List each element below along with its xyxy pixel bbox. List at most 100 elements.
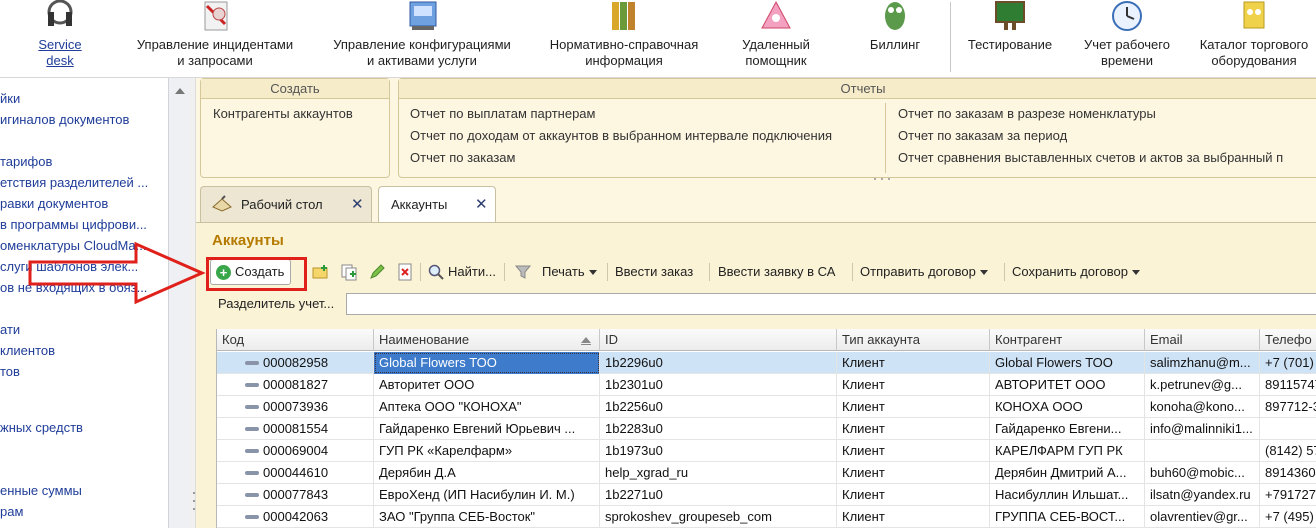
cell-id[interactable]: 1b1973u0 bbox=[600, 440, 837, 462]
cell-account-type[interactable]: Клиент bbox=[837, 506, 990, 528]
cell-phone[interactable]: (8142) 57 bbox=[1260, 440, 1316, 462]
delete-icon[interactable] bbox=[396, 263, 414, 281]
cell-account-type[interactable]: Клиент bbox=[837, 440, 990, 462]
separator-filter-input[interactable] bbox=[346, 293, 1316, 315]
report-link[interactable]: Отчет по доходам от аккаунтов в выбранно… bbox=[410, 128, 832, 143]
column-header-code[interactable]: Код bbox=[217, 329, 374, 351]
tab-accounts[interactable]: Аккаунты ✕ bbox=[378, 186, 496, 223]
left-nav-item[interactable]: в программы цифрови... bbox=[0, 217, 147, 233]
cell-account-type[interactable]: Клиент bbox=[837, 374, 990, 396]
table-row[interactable]: 000077843 ЕвроХенд (ИП Насибулин И. М.) 1b… bbox=[217, 484, 1316, 506]
edit-pencil-icon[interactable] bbox=[368, 263, 386, 281]
cell-counterparty[interactable]: КОНОХА ООО bbox=[990, 396, 1145, 418]
cell-name[interactable]: Гайдаренко Евгений Юрьевич ... bbox=[374, 418, 600, 440]
cell-phone[interactable] bbox=[1260, 418, 1316, 440]
cell-name[interactable]: ЕвроХенд (ИП Насибулин И. М.) bbox=[374, 484, 600, 506]
cell-code[interactable]: 000077843 bbox=[217, 484, 374, 506]
cell-id[interactable]: 1b2301u0 bbox=[600, 374, 837, 396]
cell-account-type[interactable]: Клиент bbox=[837, 396, 990, 418]
cell-code[interactable]: 000042063 bbox=[217, 506, 374, 528]
left-nav-item[interactable]: етствия разделителей ... bbox=[0, 175, 148, 191]
enter-request-button[interactable]: Ввести заявку в СА bbox=[718, 259, 835, 285]
cell-counterparty[interactable]: Дерябин Дмитрий А... bbox=[990, 462, 1145, 484]
left-nav-item[interactable]: тарифов bbox=[0, 154, 52, 170]
table-row[interactable]: 000081827 Авторитет ООО 1b2301u0 Клиент АВТО… bbox=[217, 374, 1316, 396]
cell-counterparty[interactable]: Гайдаренко Евгени... bbox=[990, 418, 1145, 440]
left-nav-item[interactable]: тов bbox=[0, 364, 20, 380]
copy-icon[interactable] bbox=[340, 263, 358, 281]
report-link[interactable]: Отчет по выплатам партнерам bbox=[410, 106, 595, 121]
cell-email[interactable]: konoha@kono... bbox=[1145, 396, 1260, 418]
cell-counterparty[interactable]: Global Flowers ТОО bbox=[990, 352, 1145, 374]
nav-testing[interactable]: Тестирование bbox=[955, 0, 1065, 78]
table-row[interactable]: 000082958 Global Flowers ТОО 1b2296u0 Клиен… bbox=[217, 352, 1316, 374]
cell-code[interactable]: 000082958 bbox=[217, 352, 374, 374]
cell-counterparty[interactable]: Насибуллин Ильшат... bbox=[990, 484, 1145, 506]
cell-id[interactable]: 1b2283u0 bbox=[600, 418, 837, 440]
link-counterparty-accounts[interactable]: Контрагенты аккаунтов bbox=[213, 106, 353, 121]
column-header-id[interactable]: ID bbox=[600, 329, 837, 351]
cell-account-type[interactable]: Клиент bbox=[837, 352, 990, 374]
cell-account-type[interactable]: Клиент bbox=[837, 462, 990, 484]
cell-name[interactable]: ЗАО "Группа СЕБ-Восток" bbox=[374, 506, 600, 528]
cell-email[interactable]: ilsatn@yandex.ru bbox=[1145, 484, 1260, 506]
table-row[interactable]: 000073936 Аптека ООО "КОНОХА" 1b2256u0 Клие… bbox=[217, 396, 1316, 418]
nav-service-desk[interactable]: Service desk bbox=[20, 0, 100, 78]
column-header-phone[interactable]: Телефо bbox=[1260, 329, 1316, 351]
left-nav-item[interactable]: рам bbox=[0, 504, 23, 520]
cell-email[interactable]: info@malinniki1... bbox=[1145, 418, 1260, 440]
add-folder-icon[interactable] bbox=[312, 263, 330, 281]
filter-off-icon[interactable] bbox=[514, 263, 532, 281]
report-link[interactable]: Отчет по заказам bbox=[410, 150, 515, 165]
print-button[interactable]: Печать bbox=[542, 259, 597, 285]
scroll-up-arrow-icon[interactable] bbox=[175, 88, 185, 94]
column-header-email[interactable]: Email bbox=[1145, 329, 1260, 351]
cell-email[interactable]: buh60@mobic... bbox=[1145, 462, 1260, 484]
left-nav-item[interactable]: жных средств bbox=[0, 420, 83, 436]
report-link[interactable]: Отчет по заказам за период bbox=[898, 128, 1067, 143]
cell-phone[interactable]: 897712-3 bbox=[1260, 396, 1316, 418]
tab-desktop[interactable]: Рабочий стол ✕ bbox=[200, 186, 372, 222]
cell-phone[interactable]: 89143604 bbox=[1260, 462, 1316, 484]
column-header-name[interactable]: Наименование bbox=[374, 329, 600, 351]
cell-account-type[interactable]: Клиент bbox=[837, 484, 990, 506]
report-link[interactable]: Отчет сравнения выставленных счетов и ак… bbox=[898, 150, 1283, 165]
cell-email[interactable]: k.petrunev@g... bbox=[1145, 374, 1260, 396]
close-icon[interactable]: ✕ bbox=[475, 195, 488, 213]
left-nav-item[interactable]: енные суммы bbox=[0, 483, 82, 499]
cell-counterparty[interactable]: ГРУППА СЕБ-ВОСТ... bbox=[990, 506, 1145, 528]
cell-counterparty[interactable]: АВТОРИТЕТ ООО bbox=[990, 374, 1145, 396]
cell-email[interactable]: salimzhanu@m... bbox=[1145, 352, 1260, 374]
cell-code[interactable]: 000044610 bbox=[217, 462, 374, 484]
cell-email[interactable] bbox=[1145, 440, 1260, 462]
left-nav-item[interactable]: ати bbox=[0, 322, 20, 338]
close-icon[interactable]: ✕ bbox=[351, 195, 364, 213]
nav-equipment-catalog[interactable]: Каталог торгового оборудования bbox=[1192, 0, 1316, 78]
cell-phone[interactable]: 89115747 bbox=[1260, 374, 1316, 396]
nav-incidents[interactable]: Управление инцидентами и запросами bbox=[125, 0, 305, 78]
cell-phone[interactable]: +7 (701) 3 bbox=[1260, 352, 1316, 374]
nav-reference-info[interactable]: Нормативно-справочная информация bbox=[538, 0, 710, 78]
left-nav-item[interactable]: игиналов документов bbox=[0, 112, 129, 128]
column-header-account-type[interactable]: Тип аккаунта bbox=[837, 329, 990, 351]
cell-id[interactable]: sprokoshev_groupeseb_com bbox=[600, 506, 837, 528]
cell-code[interactable]: 000069004 bbox=[217, 440, 374, 462]
cell-name[interactable]: ГУП РК «Карелфарм» bbox=[374, 440, 600, 462]
nav-billing[interactable]: Биллинг bbox=[855, 0, 935, 78]
cell-name[interactable]: Дерябин Д.А bbox=[374, 462, 600, 484]
cell-counterparty[interactable]: КАРЕЛФАРМ ГУП РК bbox=[990, 440, 1145, 462]
table-row[interactable]: 000044610 Дерябин Д.А help_xgrad_ru Клиент Д… bbox=[217, 462, 1316, 484]
cell-email[interactable]: olavrentiev@gr... bbox=[1145, 506, 1260, 528]
cell-id[interactable]: 1b2296u0 bbox=[600, 352, 837, 374]
column-header-counterparty[interactable]: Контрагент bbox=[990, 329, 1145, 351]
cell-id[interactable]: 1b2256u0 bbox=[600, 396, 837, 418]
left-nav-item[interactable]: равки документов bbox=[0, 196, 108, 212]
nav-configurations[interactable]: Управление конфигурациями и активами усл… bbox=[322, 0, 522, 78]
report-link[interactable]: Отчет по заказам в разрезе номенклатуры bbox=[898, 106, 1156, 121]
cell-code[interactable]: 000081554 bbox=[217, 418, 374, 440]
nav-time-tracking[interactable]: Учет рабочего времени bbox=[1072, 0, 1182, 78]
send-contract-button[interactable]: Отправить договор bbox=[860, 259, 988, 285]
cell-id[interactable]: 1b2271u0 bbox=[600, 484, 837, 506]
cell-name[interactable]: Аптека ООО "КОНОХА" bbox=[374, 396, 600, 418]
cell-name[interactable]: Global Flowers ТОО bbox=[374, 352, 600, 374]
